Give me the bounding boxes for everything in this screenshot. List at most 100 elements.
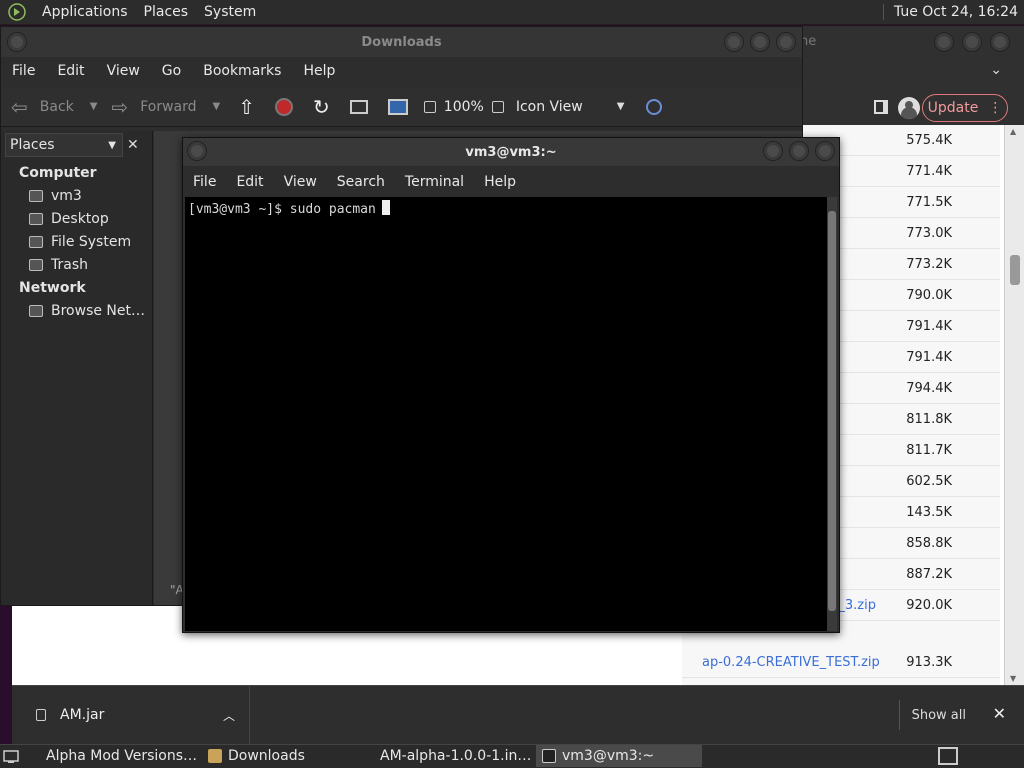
sidebar-toggle-icon[interactable] — [874, 100, 888, 114]
scroll-down-icon[interactable]: ▼ — [1010, 674, 1016, 683]
file-size: 773.0K — [906, 225, 952, 241]
menu-file[interactable]: File — [183, 174, 226, 190]
stop-icon[interactable] — [275, 97, 294, 116]
taskbar-item[interactable]: Downloads — [202, 745, 362, 767]
profile-avatar[interactable] — [898, 97, 920, 119]
file-size: 811.8K — [906, 411, 952, 427]
taskbar-item-label: Alpha Mod Versions… — [46, 748, 196, 764]
terminal-scrollbar[interactable] — [827, 197, 837, 631]
workspace-switcher-icon[interactable] — [938, 747, 958, 765]
back-button[interactable]: ⇦ Back ▼ — [11, 95, 97, 119]
forward-arrow-icon: ⇨ — [111, 94, 129, 119]
file-size: 771.4K — [906, 163, 952, 179]
file-size: 791.4K — [906, 349, 952, 365]
menu-edit[interactable]: Edit — [46, 63, 95, 79]
file-size: 143.5K — [906, 504, 952, 520]
forward-button[interactable]: ⇨ Forward ▼ — [111, 95, 220, 119]
chevron-up-icon[interactable]: ︿ — [223, 707, 235, 724]
file-name-link[interactable]: ap-0.24-CREATIVE_TEST.zip — [702, 655, 880, 670]
scroll-thumb[interactable] — [828, 211, 836, 611]
sidebar-item-label: Browse Net… — [51, 303, 146, 319]
sidebar-item-filesystem[interactable]: File System — [29, 234, 131, 250]
terminal-icon — [542, 749, 556, 763]
maximize-button[interactable] — [750, 32, 770, 52]
close-button[interactable] — [990, 32, 1010, 52]
sidebar-item-trash[interactable]: Trash — [29, 257, 88, 273]
section-computer: Computer — [19, 165, 97, 181]
terminal-titlebar[interactable]: vm3@vm3:~ — [183, 138, 839, 166]
menu-edit[interactable]: Edit — [226, 174, 273, 190]
taskbar-item[interactable]: AM-alpha-1.0.0-1.in… — [368, 745, 530, 767]
update-button[interactable]: Update ⋮ — [922, 94, 1008, 122]
scroll-thumb[interactable] — [1010, 255, 1020, 285]
menu-help[interactable]: Help — [292, 63, 346, 79]
download-shelf: AM.jar ︿ Show all ✕ — [12, 685, 1024, 744]
show-all-button[interactable]: Show all — [898, 700, 978, 730]
file-size: 790.0K — [906, 287, 952, 303]
minimize-button[interactable] — [763, 141, 783, 161]
taskbar-item-label: Downloads — [228, 748, 305, 764]
close-shelf-icon[interactable]: ✕ — [993, 704, 1006, 723]
back-arrow-icon: ⇦ — [11, 94, 28, 119]
back-label: Back — [39, 98, 74, 115]
terminal-prompt: [vm3@vm3 ~]$ sudo pacman — [188, 202, 376, 217]
menu-help[interactable]: Help — [474, 174, 526, 190]
computer-icon[interactable] — [387, 98, 408, 115]
file-size: 858.8K — [906, 535, 952, 551]
home-folder-icon — [29, 190, 43, 202]
task-list: Alpha Mod Versions… Downloads AM-alpha-1.0… — [34, 745, 702, 767]
places-selector[interactable]: Places ▼ — [5, 133, 123, 157]
menu-view[interactable]: View — [96, 63, 151, 79]
terminal-screen[interactable]: [vm3@vm3 ~]$ sudo pacman — [185, 197, 827, 631]
close-sidebar-icon[interactable]: ✕ — [127, 137, 139, 153]
chevron-down-icon[interactable]: ⌄ — [990, 62, 1002, 78]
close-button[interactable] — [776, 32, 796, 52]
window-title: Downloads — [361, 34, 442, 50]
menu-search[interactable]: Search — [327, 174, 395, 190]
close-button[interactable] — [815, 141, 835, 161]
window-menu-button[interactable] — [187, 141, 207, 161]
menu-bookmarks[interactable]: Bookmarks — [192, 63, 292, 79]
taskbar-item[interactable]: vm3@vm3:~ — [536, 745, 702, 767]
file-manager-menubar: File Edit View Go Bookmarks Help — [1, 57, 802, 85]
minimize-button[interactable] — [724, 32, 744, 52]
top-panel: Applications Places System Tue Oct 24, 1… — [0, 0, 1024, 25]
maximize-button[interactable] — [962, 32, 982, 52]
up-arrow-icon[interactable]: ⇧ — [238, 95, 255, 119]
maximize-button[interactable] — [789, 141, 809, 161]
places-menu[interactable]: Places — [136, 4, 197, 20]
clock[interactable]: Tue Oct 24, 16:24 — [882, 4, 1024, 20]
file-row[interactable]: ap-0.24-CREATIVE_TEST.zip 913.3K — [682, 647, 1000, 678]
home-icon[interactable] — [349, 99, 368, 114]
zoom-in-icon[interactable] — [491, 100, 504, 113]
taskbar-item[interactable]: Alpha Mod Versions… — [34, 745, 196, 767]
dropdown-icon: ▼ — [89, 101, 98, 112]
window-menu-button[interactable] — [7, 32, 27, 52]
view-mode-select[interactable]: Icon View ▼ — [516, 99, 625, 115]
minimize-button[interactable] — [934, 32, 954, 52]
page-scrollbar[interactable]: ▲ ▼ — [1004, 125, 1024, 685]
text-cursor — [381, 200, 390, 215]
sidebar-item-browse-network[interactable]: Browse Net… — [29, 303, 145, 319]
folder-icon — [208, 749, 222, 763]
menu-terminal[interactable]: Terminal — [395, 174, 474, 190]
reload-icon[interactable]: ↻ — [313, 95, 330, 119]
menu-view[interactable]: View — [274, 174, 327, 190]
distro-logo-icon[interactable] — [8, 3, 26, 21]
menu-go[interactable]: Go — [151, 63, 192, 79]
file-size: 791.4K — [906, 318, 952, 334]
menu-file[interactable]: File — [1, 63, 46, 79]
search-icon[interactable] — [646, 98, 663, 115]
scroll-up-icon[interactable]: ▲ — [1010, 127, 1016, 136]
system-menu[interactable]: System — [196, 4, 264, 20]
sidebar-item-label: File System — [51, 234, 132, 250]
show-desktop-icon[interactable] — [0, 746, 22, 768]
file-manager-titlebar[interactable]: Downloads — [1, 27, 802, 57]
zoom-out-icon[interactable] — [423, 100, 436, 113]
applications-menu[interactable]: Applications — [34, 4, 136, 20]
more-vert-icon: ⋮ — [988, 100, 1003, 116]
sidebar-item-label: Desktop — [51, 211, 109, 227]
sidebar-item-vm3[interactable]: vm3 — [29, 188, 82, 204]
download-item[interactable]: AM.jar ︿ — [12, 686, 250, 744]
sidebar-item-desktop[interactable]: Desktop — [29, 211, 109, 227]
